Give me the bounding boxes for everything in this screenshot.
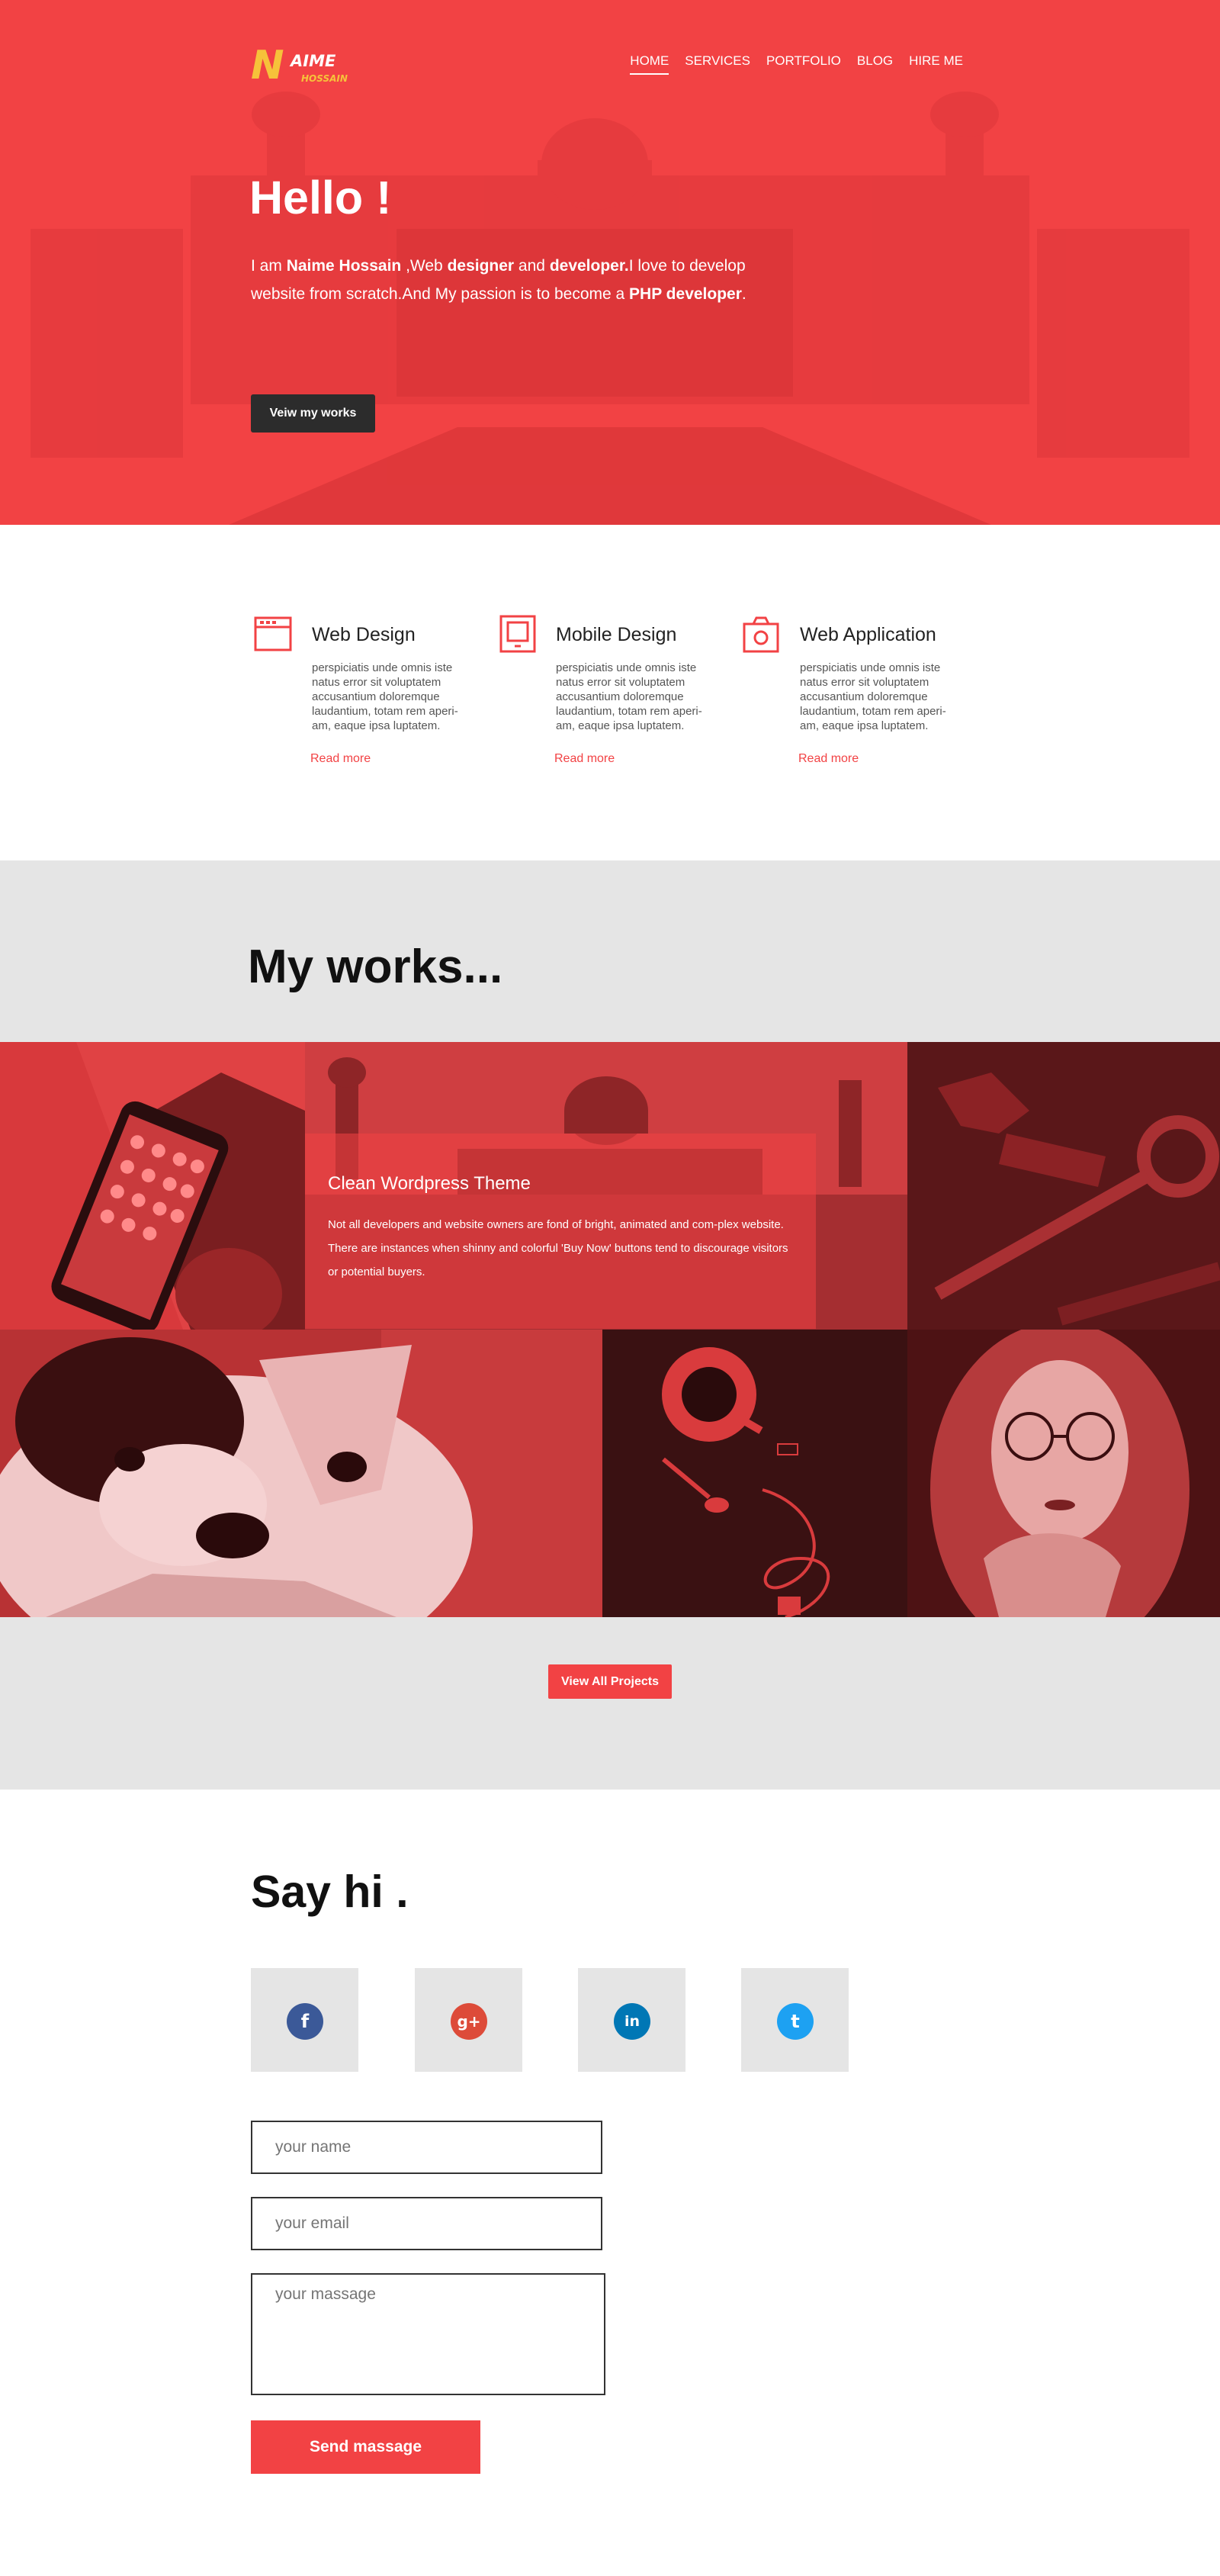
portfolio-item-portrait[interactable] [907, 1330, 1220, 1617]
wrench-photo [907, 1042, 1220, 1330]
read-more-link[interactable]: Read more [554, 752, 615, 766]
nav-item-hire-me[interactable]: HIRE ME [909, 53, 963, 75]
social-facebook[interactable]: f [251, 1968, 358, 2072]
dog-photo [0, 1330, 602, 1617]
browser-window-icon [254, 616, 292, 651]
portfolio-item-coffee[interactable] [602, 1330, 907, 1617]
view-all-projects-button[interactable]: View All Projects [548, 1664, 672, 1699]
social-twitter[interactable]: t [741, 1968, 849, 2072]
send-message-button[interactable]: Send massage [251, 2420, 480, 2474]
portfolio-item-dog[interactable] [0, 1330, 602, 1617]
message-field[interactable] [251, 2273, 605, 2395]
service-description: perspiciatis unde omnis iste natus error… [312, 661, 458, 732]
featured-project-card: Clean Wordpress Theme Not all developers… [305, 1134, 816, 1329]
featured-project-description: Not all developers and website owners ar… [328, 1218, 788, 1278]
service-title: Mobile Design [556, 624, 677, 645]
site-logo[interactable]: N AIME HOSSAIN [251, 44, 358, 90]
facebook-icon: f [287, 2003, 323, 2040]
portfolio-item-tools[interactable] [907, 1042, 1220, 1330]
contact-title: Say hi . [251, 1867, 409, 1917]
main-nav: HOME SERVICES PORTFOLIO BLOG HIRE ME [614, 53, 963, 75]
service-mobile-design: Mobile Design perspiciatis unde omnis is… [498, 615, 727, 783]
email-field[interactable] [251, 2197, 602, 2250]
social-google-plus[interactable]: g+ [415, 1968, 522, 2072]
portfolio-grid: Clean Wordpress Theme Not all developers… [0, 1042, 1220, 1617]
tablet-device-icon [499, 615, 536, 653]
nav-item-home[interactable]: HOME [630, 53, 669, 75]
service-description: perspiciatis unde omnis iste natus error… [556, 661, 702, 732]
nav-item-blog[interactable]: BLOG [857, 53, 893, 75]
portfolio-item-phone[interactable] [0, 1042, 305, 1330]
camera-icon [743, 616, 779, 653]
works-title: My works... [248, 941, 503, 993]
name-field[interactable] [251, 2121, 602, 2174]
logo-surname: HOSSAIN [301, 73, 348, 84]
social-linkedin[interactable]: in [578, 1968, 685, 2072]
nav-item-services[interactable]: SERVICES [685, 53, 750, 75]
logo-initial: N [251, 43, 284, 88]
portfolio-item-featured[interactable]: Clean Wordpress Theme Not all developers… [305, 1042, 907, 1330]
page: N AIME HOSSAIN HOME SERVICES PORTFOLIO B… [0, 0, 1220, 2576]
google-plus-icon: g+ [451, 2003, 487, 2040]
service-title: Web Design [312, 624, 416, 645]
works-section: My works... Clean Wordpress Theme Not al… [0, 860, 1220, 1790]
service-web-application: Web Application perspiciatis unde omnis … [742, 615, 971, 783]
nav-item-portfolio[interactable]: PORTFOLIO [766, 53, 841, 75]
featured-project-title: Clean Wordpress Theme [328, 1173, 531, 1194]
portrait-photo [907, 1330, 1220, 1617]
view-my-works-button[interactable]: Veiw my works [251, 394, 375, 433]
phone-photo [0, 1042, 305, 1330]
services-section: Web Design perspiciatis unde omnis iste … [0, 525, 1220, 860]
service-web-design: Web Design perspiciatis unde omnis iste … [254, 615, 483, 783]
hero-title: Hello ! [249, 172, 392, 224]
logo-name: AIME [291, 52, 336, 70]
service-description: perspiciatis unde omnis iste natus error… [800, 661, 946, 732]
linkedin-icon: in [614, 2003, 650, 2040]
hero-section: N AIME HOSSAIN HOME SERVICES PORTFOLIO B… [0, 0, 1220, 525]
twitter-icon: t [777, 2003, 814, 2040]
contact-section: Say hi . f g+ in t Send massage [0, 1790, 1220, 2576]
read-more-link[interactable]: Read more [798, 752, 859, 766]
coffee-photo [602, 1330, 907, 1617]
read-more-link[interactable]: Read more [310, 752, 371, 766]
hero-intro: I am Naime Hossain ,Web designer and dev… [251, 257, 746, 303]
service-title: Web Application [800, 624, 936, 645]
